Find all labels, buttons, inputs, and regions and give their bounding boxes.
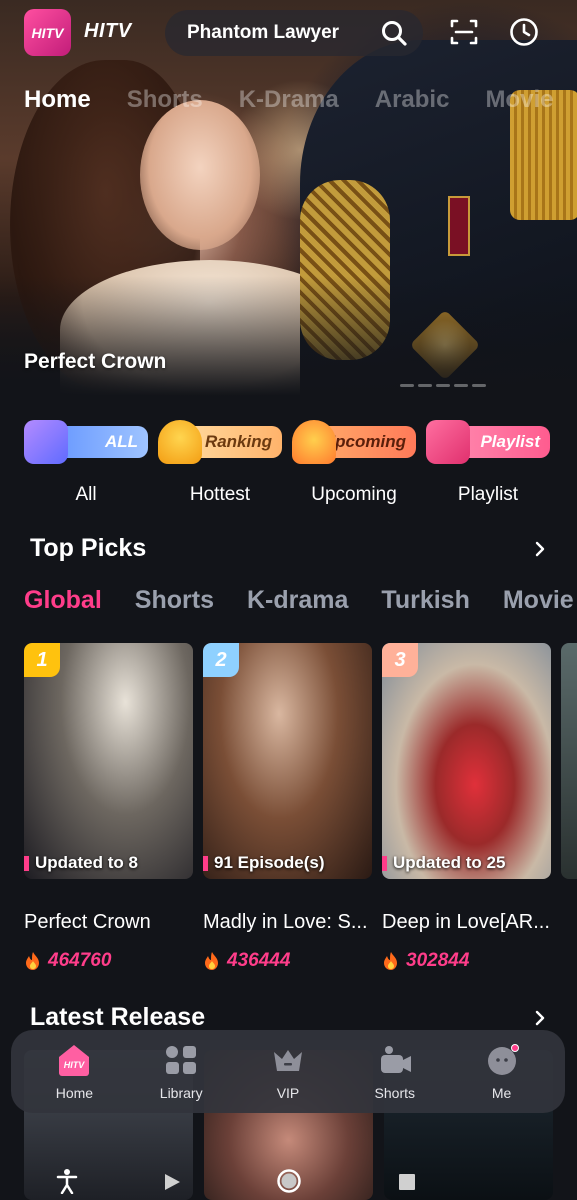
- category-all[interactable]: ALL: [24, 420, 148, 466]
- hero-dot: [472, 384, 486, 387]
- chevron-right-icon[interactable]: [531, 1009, 549, 1027]
- top-tabs: Home Shorts K-Drama Arabic Movie: [24, 86, 577, 118]
- view-count-value: 436444: [227, 950, 291, 971]
- trophy-icon: [158, 420, 202, 464]
- fire-icon: [205, 952, 218, 970]
- nav-shorts[interactable]: Shorts: [345, 1043, 445, 1101]
- category-upcoming[interactable]: Upcoming: [292, 420, 416, 466]
- hero-art: [140, 100, 260, 250]
- category-ranking[interactable]: Ranking: [158, 420, 282, 466]
- subtab-global[interactable]: Global: [24, 586, 102, 615]
- episode-status: Updated to 25: [382, 853, 505, 873]
- top-bar: HITV HITV Phantom Lawyer: [0, 0, 577, 70]
- drama-title: Deep in Love[AR...: [382, 911, 550, 933]
- search-query: Phantom Lawyer: [187, 22, 340, 43]
- hero-dot: [400, 384, 414, 387]
- rank-badge: 1: [24, 643, 60, 677]
- library-grid-icon: [166, 1045, 197, 1074]
- accessibility-icon[interactable]: [56, 1168, 78, 1194]
- search-bar[interactable]: Phantom Lawyer: [165, 10, 423, 56]
- tab-movie[interactable]: Movie: [485, 86, 553, 114]
- scan-icon[interactable]: [448, 16, 480, 48]
- search-icon[interactable]: [381, 20, 407, 46]
- play-icon: [426, 420, 470, 464]
- svg-text:HITV: HITV: [64, 1060, 85, 1070]
- hero-fade: [0, 276, 577, 396]
- app-logo-text: HITV: [84, 20, 132, 42]
- hero-title: Perfect Crown: [24, 350, 167, 373]
- tab-shorts[interactable]: Shorts: [127, 86, 203, 114]
- drama-poster[interactable]: 1 Updated to 8: [24, 643, 193, 879]
- category-chips: ALL Ranking Upcoming Playlist All Hottes…: [24, 420, 577, 510]
- logo-badge-text: HITV: [31, 24, 64, 41]
- top-picks-subtabs: Global Shorts K-drama Turkish Movie: [24, 586, 577, 615]
- drama-card[interactable]: 1 Updated to 8 Perfect Crown 464760: [24, 643, 193, 972]
- nav-label: Shorts: [374, 1084, 416, 1101]
- drama-poster[interactable]: 3 Updated to 25: [382, 643, 551, 879]
- drama-poster[interactable]: 2 91 Episode(s): [203, 643, 372, 879]
- tab-home[interactable]: Home: [24, 86, 91, 118]
- view-count-value: 464760: [48, 950, 112, 971]
- subtab-movie[interactable]: Movie: [503, 586, 574, 615]
- hero-dot: [436, 384, 450, 387]
- category-label-all: All: [75, 484, 97, 505]
- nav-me[interactable]: Me: [452, 1043, 552, 1101]
- recents-square-icon[interactable]: [398, 1173, 416, 1191]
- subtab-shorts[interactable]: Shorts: [135, 586, 214, 615]
- nav-home[interactable]: HITV Home: [24, 1043, 124, 1101]
- episode-status: 91 Episode(s): [203, 853, 325, 873]
- hero-pagination: [400, 384, 486, 387]
- history-clock-icon[interactable]: [508, 16, 540, 48]
- crown-icon: [273, 1049, 302, 1071]
- app-logo[interactable]: HITV: [24, 9, 71, 56]
- calendar-icon: [24, 420, 68, 464]
- system-nav-bar: [0, 1164, 577, 1200]
- fire-icon: [384, 952, 397, 970]
- subtab-k-drama[interactable]: K-drama: [247, 586, 348, 615]
- episode-status: Updated to 8: [24, 853, 138, 873]
- nav-label: Library: [159, 1084, 203, 1101]
- bottom-nav: HITV Home Library VIP Shorts Me: [11, 1030, 565, 1113]
- category-label-playlist: Playlist: [457, 484, 519, 505]
- chevron-right-icon[interactable]: [531, 540, 549, 558]
- section-title-top-picks: Top Picks: [30, 534, 147, 562]
- category-label-upcoming: Upcoming: [311, 484, 397, 505]
- nav-label: VIP: [276, 1084, 300, 1101]
- drama-title: Perfect Crown: [24, 911, 151, 933]
- view-count: 436444: [203, 950, 372, 972]
- hero-dot: [454, 384, 468, 387]
- nav-library[interactable]: Library: [131, 1043, 231, 1101]
- view-count: 302844: [382, 950, 551, 972]
- subtab-turkish[interactable]: Turkish: [381, 586, 469, 615]
- back-triangle-icon[interactable]: [162, 1172, 182, 1192]
- nav-vip[interactable]: VIP: [238, 1043, 338, 1101]
- nav-label: Me: [491, 1084, 512, 1101]
- tab-k-drama[interactable]: K-Drama: [239, 86, 339, 114]
- home-icon: HITV: [59, 1044, 90, 1076]
- fire-icon: [26, 952, 39, 970]
- drama-title: Madly in Love: S...: [203, 911, 368, 933]
- hero-art: [448, 196, 470, 256]
- rank-badge: 2: [203, 643, 239, 677]
- drama-card[interactable]: 2 91 Episode(s) Madly in Love: S... 4364…: [203, 643, 372, 972]
- bell-icon: [292, 420, 336, 464]
- view-count-value: 302844: [406, 950, 470, 971]
- video-camera-icon: [380, 1045, 411, 1073]
- drama-poster-partial[interactable]: [561, 643, 577, 879]
- rank-badge: 3: [382, 643, 418, 677]
- tab-arabic[interactable]: Arabic: [375, 86, 450, 114]
- home-circle-icon[interactable]: [276, 1168, 302, 1194]
- section-title-latest-release: Latest Release: [30, 1003, 206, 1031]
- category-playlist[interactable]: Playlist: [426, 420, 550, 466]
- drama-card[interactable]: 3 Updated to 25 Deep in Love[AR... 30284…: [382, 643, 551, 972]
- view-count: 464760: [24, 950, 193, 972]
- category-label-hottest: Hottest: [189, 484, 251, 505]
- hero-dot: [418, 384, 432, 387]
- nav-label: Home: [55, 1084, 94, 1101]
- profile-icon: [487, 1043, 519, 1075]
